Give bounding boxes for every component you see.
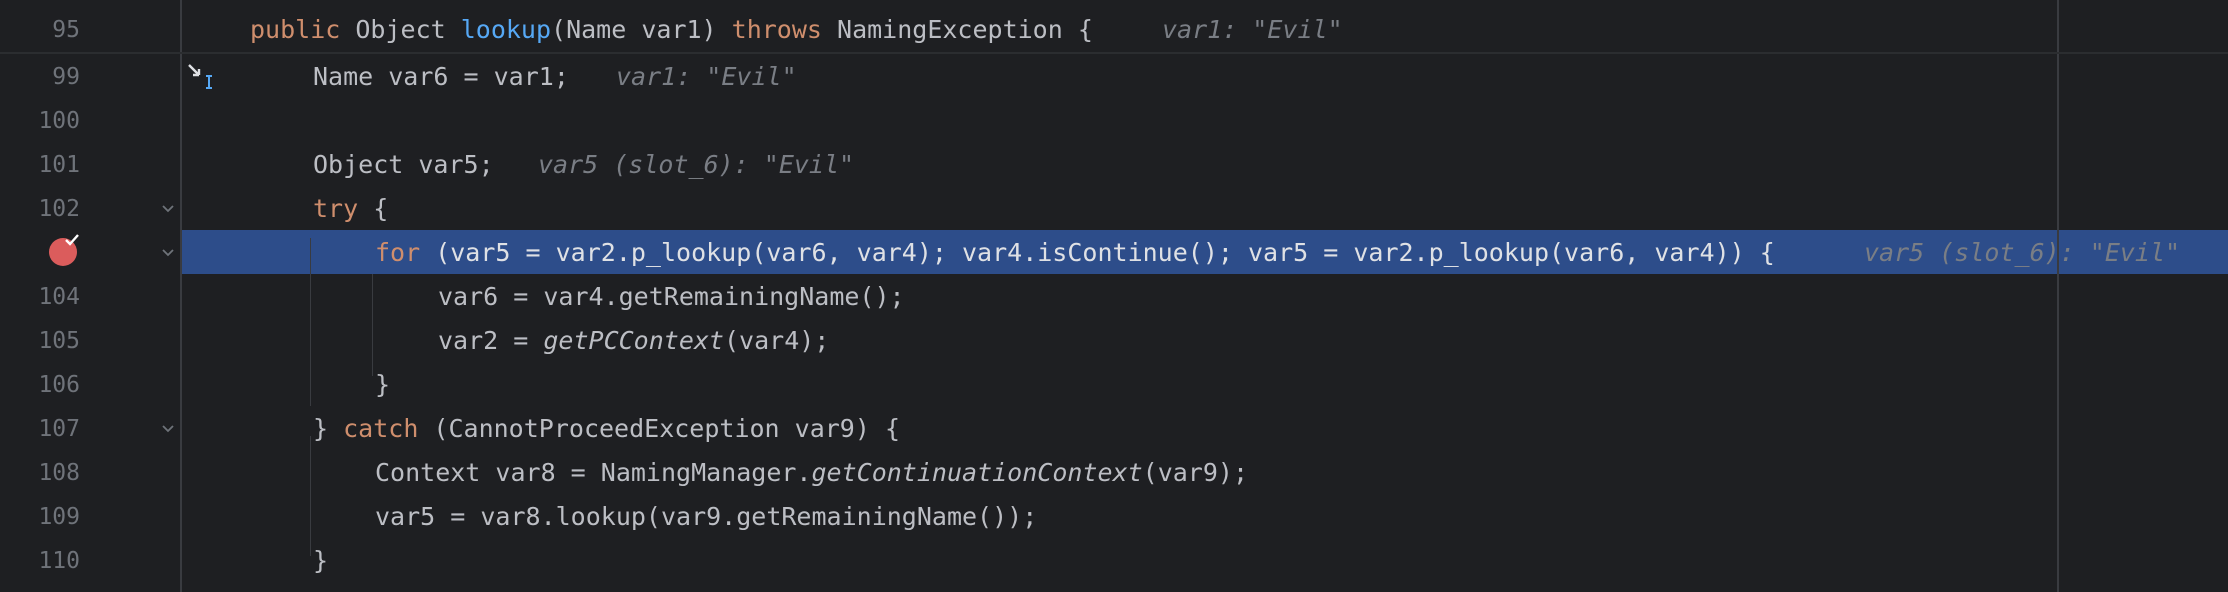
keyword: try <box>313 194 359 223</box>
inline-debug-value: var1: "Evil" <box>616 62 797 91</box>
code-token: (var9); <box>1142 458 1248 487</box>
chevron-down-icon[interactable] <box>160 201 176 217</box>
code-text: Name var6 = var1; <box>313 62 569 91</box>
code-token: } <box>313 414 344 443</box>
line-number: 99 <box>52 64 80 90</box>
keyword: catch <box>343 414 419 443</box>
code-text: try { <box>313 187 388 231</box>
sticky-code-line[interactable]: 95 public Object lookup(Name var1) throw… <box>0 8 2228 52</box>
code-line[interactable]: 100 <box>0 99 2228 143</box>
code-text: Object var5; <box>313 150 494 179</box>
code-token: (var5 = var2.p_lookup(var6, var4); var4.… <box>420 238 1775 267</box>
code-text: } <box>375 370 391 399</box>
code-token: { <box>358 194 389 223</box>
line-number: 104 <box>38 284 80 310</box>
keyword: for <box>375 238 421 267</box>
chevron-down-icon[interactable] <box>160 421 176 437</box>
code-line[interactable]: 107 } catch (CannotProceedException var9… <box>0 407 2228 451</box>
line-number: 101 <box>38 152 80 178</box>
breakpoint-verified-check-icon <box>65 234 79 246</box>
code-token: (CannotProceedException var9) { <box>418 414 901 443</box>
code-text: var2 = getPCContext(var4); <box>438 319 829 363</box>
code-token: NamingException { <box>837 15 1093 44</box>
method-name: lookup <box>460 15 552 44</box>
code-line[interactable]: 102 try { <box>0 187 2228 231</box>
line-number: 109 <box>38 504 80 530</box>
code-text: for (var5 = var2.p_lookup(var6, var4); v… <box>375 231 1775 275</box>
code-text: Context var8 = NamingManager.getContinua… <box>375 451 1248 495</box>
line-number: 100 <box>38 108 80 134</box>
code-token: (var4); <box>723 326 830 355</box>
inline-debug-value: var5 (slot_6): "Evil" <box>538 150 855 179</box>
line-number: 95 <box>52 17 80 43</box>
code-line[interactable]: 101 Object var5; var5 (slot_6): "Evil" <box>0 143 2228 187</box>
inline-debug-value: var5 (slot_6): "Evil" <box>1864 238 2181 267</box>
line-number: 108 <box>38 460 80 486</box>
code-line[interactable]: 105 var2 = getPCContext(var4); <box>0 319 2228 363</box>
code-token: (Name var1) <box>551 15 732 44</box>
code-token: Context var8 = NamingManager. <box>375 458 812 487</box>
code-line[interactable]: 109 var5 = var8.lookup(var9.getRemaining… <box>0 495 2228 539</box>
code-line[interactable]: 110 } <box>0 539 2228 583</box>
current-execution-line[interactable]: for (var5 = var2.p_lookup(var6, var4); v… <box>0 231 2228 275</box>
line-number: 106 <box>38 372 80 398</box>
code-text: var6 = var4.getRemainingName(); <box>438 282 905 311</box>
line-number: 110 <box>38 548 80 574</box>
code-line[interactable]: 108 Context var8 = NamingManager.getCont… <box>0 451 2228 495</box>
inline-debug-value: var1: "Evil" <box>1162 15 1343 44</box>
step-into-cursor-icon <box>188 64 212 89</box>
sticky-header-divider <box>0 52 2228 54</box>
code-text: var5 = var8.lookup(var9.getRemainingName… <box>375 502 1038 531</box>
code-line[interactable]: 106 } <box>0 363 2228 407</box>
code-text: } catch (CannotProceedException var9) { <box>313 407 900 451</box>
line-number: 105 <box>38 328 80 354</box>
line-number: 107 <box>38 416 80 442</box>
code-line[interactable]: 104 var6 = var4.getRemainingName(); <box>0 275 2228 319</box>
code-text: public Object lookup(Name var1) throws N… <box>250 8 1093 52</box>
static-method-call: getContinuationContext <box>811 458 1143 487</box>
keyword: throws <box>731 15 838 44</box>
line-number: 102 <box>38 196 80 222</box>
code-editor[interactable]: 95 public Object lookup(Name var1) throw… <box>0 0 2228 592</box>
chevron-down-icon[interactable] <box>160 245 176 261</box>
code-line[interactable]: 99 Name var6 = var1; var1: "Evil" <box>0 55 2228 99</box>
static-method-call: getPCContext <box>543 326 724 355</box>
keyword: public <box>250 15 356 44</box>
code-token: var2 = <box>438 326 544 355</box>
code-text: } <box>313 546 329 575</box>
code-token: Object <box>355 15 461 44</box>
